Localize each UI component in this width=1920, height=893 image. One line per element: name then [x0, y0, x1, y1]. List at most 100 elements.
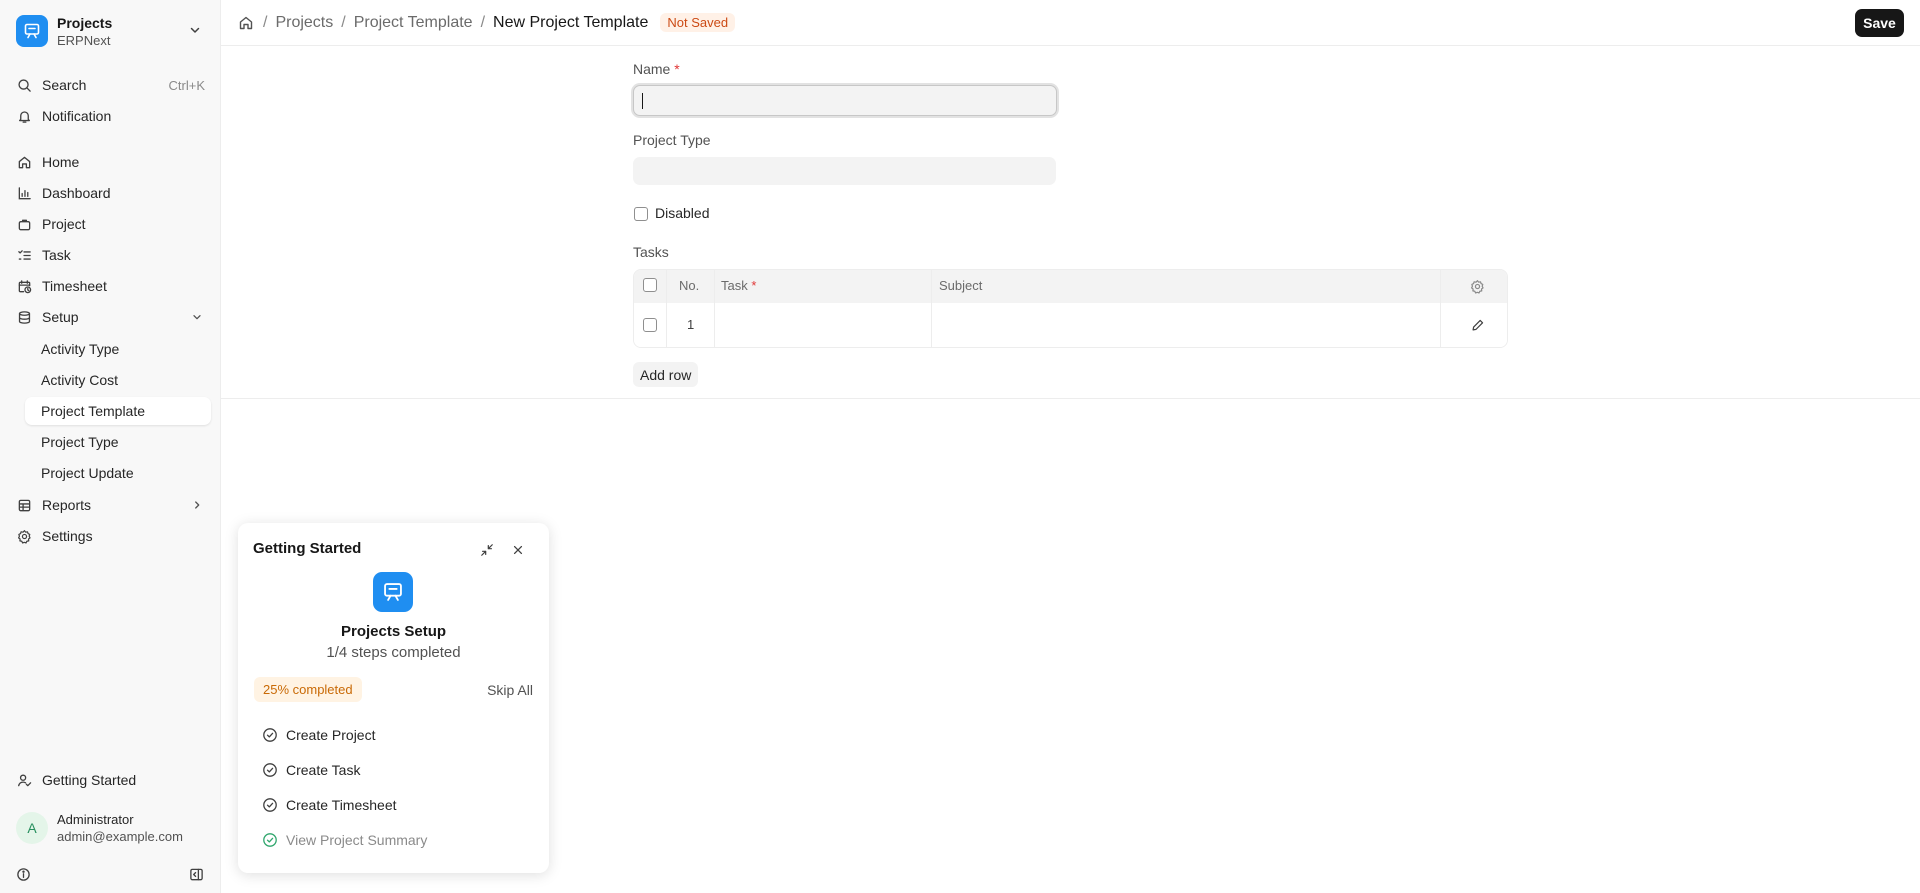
minimize-icon[interactable]	[478, 541, 496, 559]
home-icon	[16, 154, 32, 170]
sidebar-item-label: Project	[42, 216, 86, 232]
user-email: admin@example.com	[57, 829, 183, 844]
search-button[interactable]: Search Ctrl+K	[10, 71, 211, 99]
sidebar: Projects ERPNext Search Ctrl+K Notificat…	[0, 0, 221, 893]
circle-check-icon	[262, 797, 278, 813]
chevron-down-icon	[191, 311, 203, 323]
sidebar-item-dashboard[interactable]: Dashboard	[10, 179, 211, 207]
sidebar-item-label: Task	[42, 247, 71, 263]
step-label: Create Project	[286, 727, 376, 743]
skip-all-button[interactable]: Skip All	[487, 682, 533, 698]
search-icon	[16, 77, 32, 93]
page-header: / Projects / Project Template / New Proj…	[221, 0, 1920, 46]
name-label: Name *	[633, 61, 680, 77]
breadcrumb-separator: /	[341, 13, 346, 31]
sidebar-item-project-update[interactable]: Project Update	[25, 459, 211, 487]
tasks-label: Tasks	[633, 244, 669, 260]
step-view-project-summary[interactable]: View Project Summary	[262, 829, 427, 851]
sidebar-item-project[interactable]: Project	[10, 210, 211, 238]
calendar-clock-icon	[16, 278, 32, 294]
user-check-icon	[16, 772, 32, 788]
step-label: Create Timesheet	[286, 797, 397, 813]
chevron-right-icon	[191, 499, 203, 511]
step-create-project[interactable]: Create Project	[262, 724, 375, 746]
sidebar-group-label: Setup	[42, 309, 79, 325]
step-label: View Project Summary	[286, 832, 428, 848]
sidebar-group-setup[interactable]: Setup	[10, 303, 211, 331]
step-create-task[interactable]: Create Task	[262, 759, 360, 781]
column-divider	[931, 270, 932, 347]
circle-check-icon	[262, 762, 278, 778]
breadcrumb: / Projects / Project Template / New Proj…	[237, 13, 736, 32]
sidebar-item-project-type[interactable]: Project Type	[25, 428, 211, 456]
column-header-task: Task *	[721, 278, 757, 293]
progress-badge: 25% completed	[254, 677, 362, 702]
collapse-sidebar-icon[interactable]	[186, 864, 206, 884]
column-divider	[714, 270, 715, 347]
sidebar-group-label: Reports	[42, 497, 92, 513]
app-subtitle: ERPNext	[57, 32, 111, 48]
breadcrumb-projects[interactable]: Projects	[275, 14, 333, 32]
save-button[interactable]: Save	[1855, 9, 1904, 37]
notification-button[interactable]: Notification	[10, 102, 211, 130]
project-type-field[interactable]	[633, 157, 1056, 185]
setup-heading: Projects Setup	[340, 623, 447, 640]
column-divider	[666, 270, 667, 347]
select-all-checkbox[interactable]	[643, 278, 657, 292]
home-icon[interactable]	[237, 14, 255, 32]
table-row[interactable]: 1	[634, 303, 1507, 347]
chevron-down-icon	[188, 23, 202, 37]
tasks-table: No. Task * Subject 1	[633, 269, 1508, 348]
column-header-subject: Subject	[939, 278, 983, 293]
disabled-checkbox[interactable]	[634, 207, 648, 221]
table-header: No. Task * Subject	[634, 270, 1507, 303]
form-area: Name * Project Type Disabled Tasks No. T…	[221, 47, 1920, 399]
getting-started-label: Getting Started	[42, 772, 137, 788]
sidebar-group-reports[interactable]: Reports	[10, 491, 211, 519]
row-checkbox[interactable]	[643, 318, 657, 332]
table-icon	[16, 497, 32, 513]
panel-title: Getting Started	[253, 540, 362, 557]
close-icon[interactable]	[509, 541, 527, 559]
sidebar-item-settings[interactable]: Settings	[10, 522, 211, 550]
breadcrumb-separator: /	[480, 13, 486, 31]
app-switcher[interactable]: Projects ERPNext	[10, 8, 210, 54]
sidebar-item-label: Timesheet	[42, 278, 107, 294]
breadcrumb-project-template[interactable]: Project Template	[354, 14, 473, 32]
step-label: Create Task	[286, 762, 361, 778]
getting-started-panel: Getting Started Projects Setup 1/4 steps…	[238, 523, 549, 873]
status-badge: Not Saved	[660, 13, 736, 32]
info-icon[interactable]	[13, 864, 33, 884]
sidebar-item-activity-type[interactable]: Activity Type	[25, 335, 211, 363]
column-header-no: No.	[679, 278, 700, 293]
sidebar-item-getting-started[interactable]: Getting Started	[10, 766, 211, 794]
gear-icon[interactable]	[1470, 279, 1485, 294]
sidebar-item-timesheet[interactable]: Timesheet	[10, 272, 211, 300]
sidebar-item-label: Dashboard	[42, 185, 111, 201]
project-type-label: Project Type	[633, 132, 711, 148]
breadcrumb-separator: /	[263, 13, 268, 31]
user-name: Administrator	[57, 812, 134, 827]
sidebar-item-task[interactable]: Task	[10, 241, 211, 269]
user-menu[interactable]: A Administrator admin@example.com	[10, 804, 211, 852]
checklist-icon	[16, 247, 32, 263]
sidebar-item-home[interactable]: Home	[10, 148, 211, 176]
edit-icon[interactable]	[1471, 318, 1485, 332]
step-create-timesheet[interactable]: Create Timesheet	[262, 794, 397, 816]
row-number: 1	[687, 317, 695, 332]
name-field[interactable]	[633, 85, 1057, 116]
database-icon	[16, 309, 32, 325]
circle-check-icon	[262, 832, 278, 848]
add-row-button[interactable]: Add row	[633, 362, 699, 387]
steps-completed-text: 1/4 steps completed	[326, 644, 461, 661]
projects-app-icon	[16, 15, 48, 47]
gear-icon	[16, 528, 32, 544]
app-title: Projects	[57, 14, 113, 31]
disabled-label: Disabled	[655, 205, 710, 221]
bell-icon	[16, 108, 32, 124]
page-title: New Project Template	[493, 13, 649, 31]
chart-icon	[16, 185, 32, 201]
projects-app-icon	[373, 572, 413, 612]
sidebar-item-activity-cost[interactable]: Activity Cost	[25, 366, 211, 394]
sidebar-item-project-template[interactable]: Project Template	[25, 397, 211, 425]
